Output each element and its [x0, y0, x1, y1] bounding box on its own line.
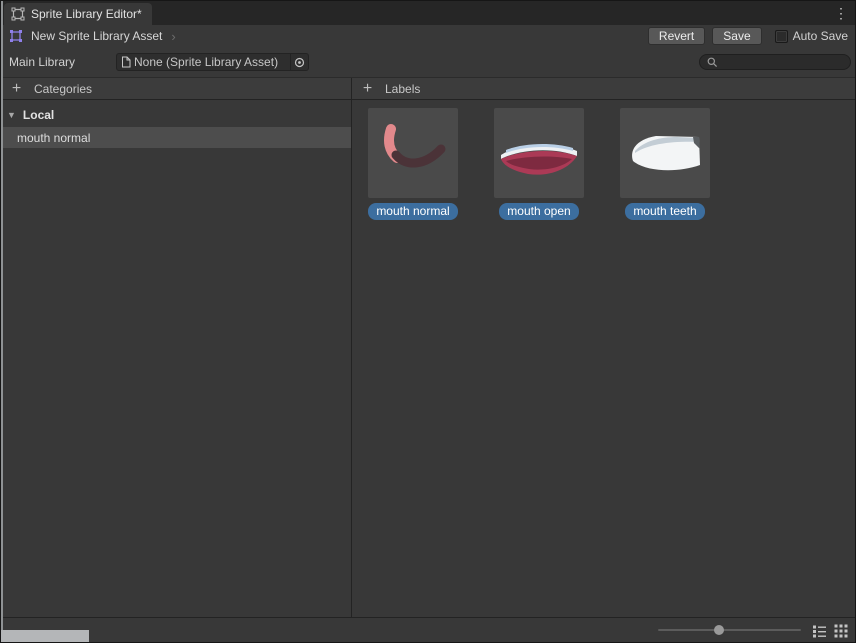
- local-foldout[interactable]: ▼ Local: [1, 105, 351, 125]
- label-cell-mouth-teeth[interactable]: mouth teeth: [620, 108, 710, 220]
- sprite-thumbnail-mouth-normal: [368, 108, 458, 198]
- background-window-edge: [1, 1, 3, 642]
- sprite-library-editor-window: Sprite Library Editor* ⋮ New Sprite Libr…: [0, 0, 856, 643]
- sprite-library-editor-icon: [11, 7, 25, 21]
- auto-save-label: Auto Save: [793, 29, 848, 43]
- foldout-open-icon: ▼: [7, 110, 16, 120]
- grid-view-icon[interactable]: [833, 623, 848, 638]
- panel-headers: + Categories + Labels: [1, 77, 855, 100]
- category-row-mouth-normal[interactable]: mouth normal: [1, 127, 351, 148]
- toolbar-right: Revert Save Auto Save: [648, 27, 848, 45]
- toolbar: New Sprite Library Asset › Revert Save A…: [1, 25, 855, 47]
- categories-panel-title: Categories: [34, 82, 92, 96]
- bottom-bar: [1, 617, 855, 642]
- sprite-thumbnail-mouth-teeth: [620, 108, 710, 198]
- label-pill[interactable]: mouth teeth: [625, 203, 704, 220]
- kebab-menu-icon[interactable]: ⋮: [833, 4, 849, 22]
- local-foldout-label: Local: [23, 108, 54, 122]
- auto-save-checkbox[interactable]: [775, 30, 788, 43]
- label-pill[interactable]: mouth normal: [368, 203, 457, 220]
- categories-panel-header: + Categories: [1, 78, 352, 99]
- content-area: ▼ Local mouth normal mouth normal: [1, 100, 855, 617]
- search-input[interactable]: [722, 56, 843, 68]
- label-cell-mouth-normal[interactable]: mouth normal: [368, 108, 458, 220]
- object-field-value: None (Sprite Library Asset): [134, 55, 290, 69]
- add-category-button[interactable]: +: [10, 82, 23, 96]
- tab-sprite-library-editor[interactable]: Sprite Library Editor*: [4, 3, 152, 25]
- tab-title: Sprite Library Editor*: [31, 7, 142, 21]
- sprite-library-asset-icon: [8, 28, 24, 44]
- search-field: [699, 54, 851, 70]
- tab-bar: Sprite Library Editor* ⋮: [1, 1, 855, 25]
- background-window-corner: [1, 630, 89, 642]
- labels-panel-title: Labels: [385, 82, 420, 96]
- asset-file-icon: [121, 56, 131, 68]
- label-cell-mouth-open[interactable]: mouth open: [494, 108, 584, 220]
- main-library-object-field[interactable]: None (Sprite Library Asset): [116, 53, 309, 71]
- breadcrumb-chevron-icon: ›: [171, 29, 175, 44]
- labels-grid: mouth normal mouth open: [368, 108, 855, 220]
- object-picker-icon: [294, 57, 305, 68]
- breadcrumb: New Sprite Library Asset ›: [8, 28, 176, 44]
- object-picker-button[interactable]: [290, 54, 308, 70]
- revert-button[interactable]: Revert: [648, 27, 705, 45]
- search-icon: [707, 57, 718, 68]
- zoom-slider[interactable]: [658, 629, 801, 631]
- breadcrumb-item-new-sprite-library-asset[interactable]: New Sprite Library Asset: [31, 29, 162, 43]
- main-library-label: Main Library: [9, 55, 116, 69]
- zoom-slider-handle[interactable]: [714, 625, 724, 635]
- add-label-button[interactable]: +: [361, 82, 374, 96]
- save-button[interactable]: Save: [712, 27, 761, 45]
- labels-panel-header: + Labels: [352, 78, 855, 99]
- label-pill[interactable]: mouth open: [499, 203, 578, 220]
- sprite-thumbnail-mouth-open: [494, 108, 584, 198]
- labels-panel: mouth normal mouth open: [352, 100, 855, 617]
- list-view-icon[interactable]: [812, 623, 827, 638]
- categories-panel: ▼ Local mouth normal: [1, 100, 352, 617]
